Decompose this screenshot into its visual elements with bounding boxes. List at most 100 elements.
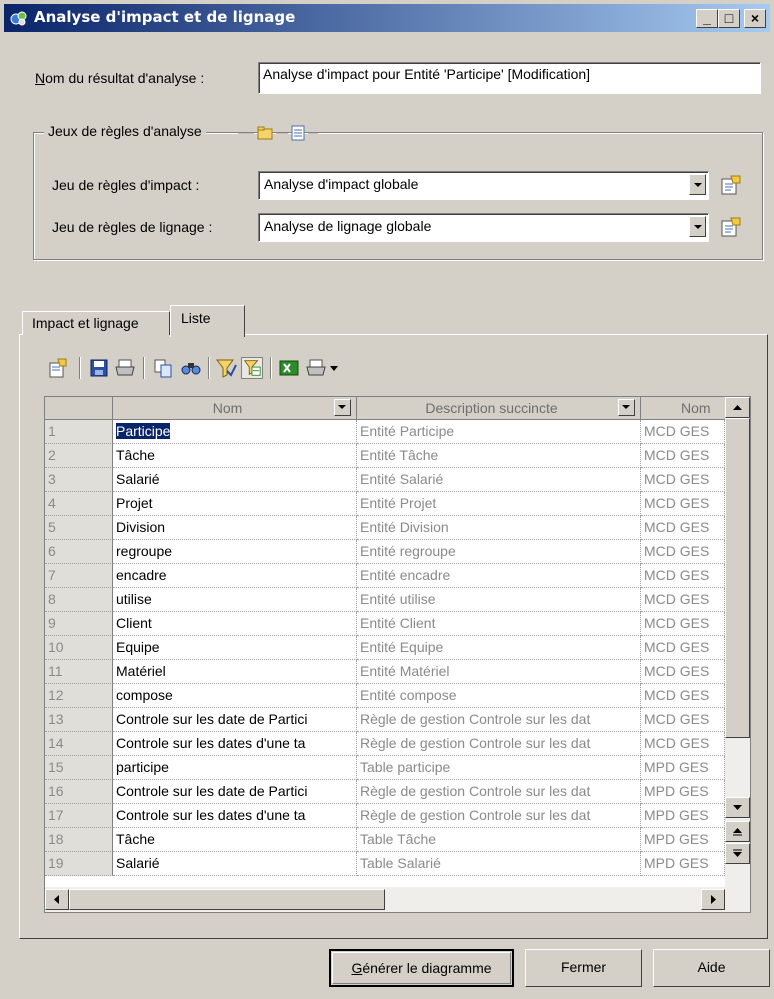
model-cell[interactable]: MCD GES [641, 732, 725, 756]
table-row[interactable]: 9 Client Entité Client MCD GES [45, 612, 725, 636]
name-cell[interactable]: Projet [113, 492, 357, 516]
model-cell[interactable]: MCD GES [641, 420, 725, 444]
description-cell[interactable]: Règle de gestion Controle sur les dat [357, 804, 641, 828]
page-down-button[interactable] [725, 843, 750, 864]
impact-ruleset-dropdown-button[interactable] [689, 174, 706, 195]
model-cell[interactable]: MPD GES [641, 852, 725, 876]
description-cell[interactable]: Entité compose [357, 684, 641, 708]
model-cell[interactable]: MCD GES [641, 444, 725, 468]
close-window-button[interactable]: × [744, 9, 766, 28]
model-cell[interactable]: MCD GES [641, 684, 725, 708]
page-up-button[interactable] [725, 821, 750, 842]
description-cell[interactable]: Entité Projet [357, 492, 641, 516]
lineage-ruleset-select[interactable]: Analyse de lignage globale [258, 213, 709, 242]
table-row[interactable]: 11 Matériel Entité Matériel MCD GES [45, 660, 725, 684]
description-cell[interactable]: Entité Salarié [357, 468, 641, 492]
dropdown-arrow-icon[interactable] [330, 366, 338, 372]
table-row[interactable]: 3 Salarié Entité Salarié MCD GES [45, 468, 725, 492]
name-cell[interactable]: Tâche [113, 828, 357, 852]
description-cell[interactable]: Entité Equipe [357, 636, 641, 660]
name-cell[interactable]: Division [113, 516, 357, 540]
maximize-button[interactable]: □ [718, 9, 740, 28]
name-cell[interactable]: compose [113, 684, 357, 708]
horizontal-scroll-thumb[interactable] [69, 889, 385, 910]
tab-impact-lineage[interactable]: Impact et lignage [22, 311, 170, 335]
table-row[interactable]: 19 Salarié Table Salarié MPD GES [45, 852, 725, 876]
properties-icon[interactable] [47, 357, 69, 379]
name-cell[interactable]: Matériel [113, 660, 357, 684]
table-row[interactable]: 10 Equipe Entité Equipe MCD GES [45, 636, 725, 660]
table-row[interactable]: 14 Controle sur les dates d'une ta Règle d… [45, 732, 725, 756]
print-list-icon[interactable] [305, 357, 327, 379]
name-cell[interactable]: Controle sur les dates d'une ta [113, 732, 357, 756]
model-cell[interactable]: MCD GES [641, 660, 725, 684]
model-cell[interactable]: MCD GES [641, 468, 725, 492]
impact-properties-icon[interactable] [719, 173, 743, 197]
description-cell[interactable]: Entité utilise [357, 588, 641, 612]
scroll-up-button[interactable] [725, 397, 750, 418]
save-icon[interactable] [88, 357, 110, 379]
minimize-button[interactable]: _ [696, 9, 718, 28]
description-cell[interactable]: Table participe [357, 756, 641, 780]
description-cell[interactable]: Entité Tâche [357, 444, 641, 468]
table-row[interactable]: 8 utilise Entité utilise MCD GES [45, 588, 725, 612]
table-row[interactable]: 17 Controle sur les dates d'une ta Règle d… [45, 804, 725, 828]
table-row[interactable]: 18 Tâche Table Tâche MPD GES [45, 828, 725, 852]
column-header-description[interactable]: Description succincte [357, 397, 641, 420]
model-cell[interactable]: MCD GES [641, 636, 725, 660]
name-cell[interactable]: Controle sur les dates d'une ta [113, 804, 357, 828]
name-cell[interactable]: Salarié [113, 852, 357, 876]
model-cell[interactable]: MCD GES [641, 516, 725, 540]
description-cell[interactable]: Table Salarié [357, 852, 641, 876]
scroll-right-button[interactable] [701, 889, 725, 910]
vertical-scrollbar[interactable] [725, 397, 750, 887]
description-cell[interactable]: Entité Matériel [357, 660, 641, 684]
description-cell[interactable]: Entité Division [357, 516, 641, 540]
name-cell[interactable]: Controle sur les date de Partici [113, 708, 357, 732]
model-cell[interactable]: MCD GES [641, 612, 725, 636]
name-cell[interactable]: Salarié [113, 468, 357, 492]
impact-ruleset-select[interactable]: Analyse d'impact globale [258, 171, 709, 200]
model-cell[interactable]: MCD GES [641, 492, 725, 516]
nom-filter-button[interactable] [334, 399, 351, 416]
print-icon[interactable] [114, 357, 136, 379]
table-row[interactable]: 5 Division Entité Division MCD GES [45, 516, 725, 540]
table-row[interactable]: 1 Participe Entité Participe MCD GES [45, 420, 725, 444]
tab-liste[interactable]: Liste [170, 305, 245, 337]
scroll-left-button[interactable] [45, 889, 69, 910]
name-cell[interactable]: participe [113, 756, 357, 780]
name-cell[interactable]: Equipe [113, 636, 357, 660]
name-cell[interactable]: Participe [113, 420, 357, 444]
model-cell[interactable]: MPD GES [641, 804, 725, 828]
model-cell[interactable]: MCD GES [641, 564, 725, 588]
close-button[interactable]: Fermer [525, 949, 642, 987]
table-row[interactable]: 13 Controle sur les date de Partici Règle … [45, 708, 725, 732]
table-row[interactable]: 12 compose Entité compose MCD GES [45, 684, 725, 708]
column-header-nom[interactable]: Nom [113, 397, 357, 420]
description-cell[interactable]: Entité Client [357, 612, 641, 636]
filter-icon[interactable] [215, 357, 237, 379]
name-cell[interactable]: utilise [113, 588, 357, 612]
scroll-thumb[interactable] [725, 418, 750, 738]
generate-diagram-button[interactable]: Générer le diagramme [329, 949, 514, 987]
description-cell[interactable]: Entité Participe [357, 420, 641, 444]
horizontal-scrollbar[interactable] [45, 887, 750, 912]
description-cell[interactable]: Entité encadre [357, 564, 641, 588]
table-row[interactable]: 7 encadre Entité encadre MCD GES [45, 564, 725, 588]
lineage-properties-icon[interactable] [719, 215, 743, 239]
customize-columns-icon[interactable] [241, 357, 263, 379]
table-row[interactable]: 2 Tâche Entité Tâche MCD GES [45, 444, 725, 468]
title-bar[interactable]: Analyse d'impact et de lignage _ □ × [4, 4, 770, 32]
table-row[interactable]: 4 Projet Entité Projet MCD GES [45, 492, 725, 516]
name-cell[interactable]: Tâche [113, 444, 357, 468]
name-cell[interactable]: Controle sur les date de Partici [113, 780, 357, 804]
description-cell[interactable]: Table Tâche [357, 828, 641, 852]
name-cell[interactable]: encadre [113, 564, 357, 588]
scroll-down-button[interactable] [725, 797, 750, 818]
model-cell[interactable]: MPD GES [641, 828, 725, 852]
help-button[interactable]: Aide [653, 949, 770, 987]
table-row[interactable]: 15 participe Table participe MPD GES [45, 756, 725, 780]
table-row[interactable]: 16 Controle sur les date de Partici Règle … [45, 780, 725, 804]
name-cell[interactable]: regroupe [113, 540, 357, 564]
find-icon[interactable] [180, 357, 202, 379]
